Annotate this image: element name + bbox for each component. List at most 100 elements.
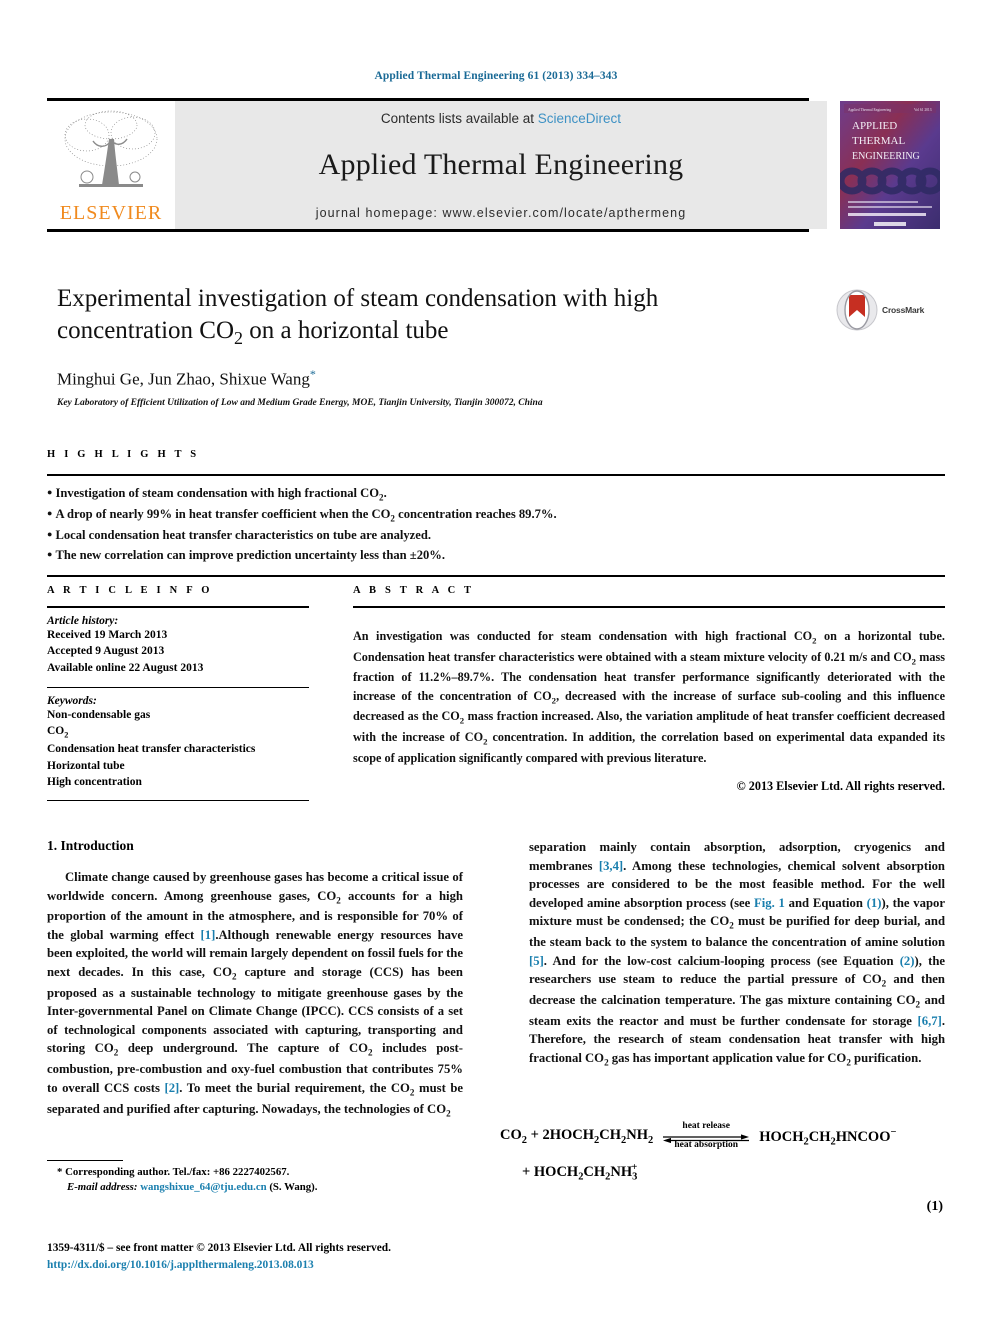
abstract-rule	[353, 606, 945, 608]
abstract-copyright: © 2013 Elsevier Ltd. All rights reserved…	[736, 779, 945, 794]
article-info-separator	[47, 686, 309, 688]
bullet-icon: ●	[47, 528, 53, 539]
elsevier-tree-icon	[64, 110, 158, 187]
masthead-bottom-rule	[47, 229, 809, 232]
doi-link[interactable]: http://dx.doi.org/10.1016/j.applthermale…	[47, 1257, 547, 1274]
highlight-text: Investigation of steam condensation with…	[55, 486, 387, 503]
arrow-bars	[663, 1131, 750, 1144]
citation-link-3-4[interactable]: [3,4]	[599, 859, 623, 873]
article-info-column: Article history: Received 19 March 2013 …	[47, 615, 309, 802]
journal-homepage-link[interactable]: journal homepage: www.elsevier.com/locat…	[316, 206, 687, 220]
equation-number: (1)	[926, 1198, 943, 1214]
email-note: E-mail address: wangshixue_64@tju.edu.cn…	[47, 1180, 463, 1195]
crossmark-badge[interactable]: CrossMark	[836, 288, 936, 332]
article-info-bottom-rule	[47, 800, 309, 802]
intro-paragraph-right: separation mainly contain absorption, ad…	[529, 840, 946, 1068]
svg-text:Vol 61 2013: Vol 61 2013	[914, 108, 932, 112]
article-title: Experimental investigation of steam cond…	[57, 283, 817, 350]
footer-block: 1359-4311/$ – see front matter © 2013 El…	[47, 1240, 547, 1273]
equation-line-2: + HOCH2CH2NH3+	[522, 1161, 638, 1183]
list-item: ● Local condensation heat transfer charac…	[47, 526, 945, 546]
crossmark-icon	[836, 289, 878, 331]
highlights-heading: H I G H L I G H T S	[47, 449, 200, 460]
article-history-item: Available online 22 August 2013	[47, 661, 204, 674]
equation-link-1[interactable]: (1)	[867, 896, 882, 910]
keyword-item: Condensation heat transfer characteristi…	[47, 743, 256, 756]
double-arrow-icon	[663, 1134, 750, 1144]
highlight-text: The new correlation can improve predicti…	[55, 547, 446, 562]
issn-copyright-line: 1359-4311/$ – see front matter © 2013 El…	[47, 1242, 391, 1254]
intro-paragraph-left: Climate change caused by greenhouse gase…	[47, 870, 464, 1119]
highlight-text: Local condensation heat transfer charact…	[55, 527, 431, 542]
highlights-list: ● Investigation of steam condensation wit…	[47, 476, 945, 575]
svg-text:ENGINEERING: ENGINEERING	[852, 151, 920, 162]
abstract-text: An investigation was conducted for steam…	[353, 629, 945, 765]
equilibrium-arrow-icon: heat release heat absorption	[663, 1121, 750, 1151]
svg-text:THERMAL: THERMAL	[852, 135, 905, 147]
body-column-right: separation mainly contain absorption, ad…	[529, 838, 945, 1121]
keyword-item: Non-condensable gas	[47, 708, 151, 721]
list-item: ● Investigation of steam condensation wit…	[47, 484, 945, 505]
contents-prefix: Contents lists available at	[380, 111, 535, 126]
article-title-line2-b: on a horizontal tube	[243, 317, 449, 344]
article-history-item: Received 19 March 2013	[47, 629, 168, 641]
equation-link-2[interactable]: (2)	[900, 954, 915, 968]
author-list: Minghui Ge, Jun Zhao, Shixue Wang*	[57, 367, 817, 390]
citation-link-6-7[interactable]: [6,7]	[918, 1014, 942, 1028]
corresponding-author-note: * Corresponding author. Tel./fax: +86 22…	[47, 1165, 463, 1180]
corresponding-author-marker[interactable]: *	[310, 367, 316, 381]
paper-page: Applied Thermal Engineering 61 (2013) 33…	[0, 0, 992, 1323]
author-names: Minghui Ge, Jun Zhao, Shixue Wang	[57, 369, 310, 389]
footnote-marker: *	[57, 1166, 63, 1178]
email-label: E-mail address:	[67, 1181, 138, 1194]
crossmark-label: CrossMark	[882, 305, 925, 315]
affiliation: Key Laboratory of Efficient Utilization …	[57, 397, 543, 408]
svg-text:Applied Thermal Engineering: Applied Thermal Engineering	[848, 108, 891, 112]
equation-line-1: CO2 + 2HOCH2CH2NH2 heat release heat abs…	[500, 1121, 945, 1152]
article-history-item: Accepted 9 August 2013	[47, 645, 165, 658]
highlight-text: A drop of nearly 99% in heat transfer co…	[55, 506, 557, 524]
elsevier-wordmark: ELSEVIER	[59, 202, 163, 224]
citation-link-5[interactable]: [5]	[529, 954, 544, 968]
corresponding-author-text: Corresponding author. Tel./fax: +86 2227…	[65, 1166, 290, 1178]
citation-link-2[interactable]: [2]	[164, 1081, 179, 1095]
figure-link-1[interactable]: Fig. 1	[754, 896, 785, 910]
list-item: ● A drop of nearly 99% in heat transfer c…	[47, 505, 945, 526]
bullet-icon: ●	[47, 487, 53, 497]
keyword-item: Horizontal tube	[47, 759, 125, 772]
abstract-column: An investigation was conducted for steam…	[353, 615, 945, 801]
keyword-item: High concentration	[47, 776, 142, 789]
elsevier-logo: ELSEVIER	[47, 101, 175, 229]
chemical-equation-1: CO2 + 2HOCH2CH2NH2 heat release heat abs…	[500, 1121, 945, 1215]
highlights-bottom-rule	[47, 575, 945, 578]
bullet-icon: ●	[47, 548, 53, 559]
journal-title: Applied Thermal Engineering	[318, 148, 684, 181]
footnote-block: * Corresponding author. Tel./fax: +86 22…	[47, 1160, 463, 1196]
email-link[interactable]: wangshixue_64@tju.edu.cn	[140, 1181, 266, 1193]
running-head: Applied Thermal Engineering 61 (2013) 33…	[374, 70, 618, 82]
citation-link-1[interactable]: [1]	[201, 928, 216, 942]
bullet-icon: ●	[47, 507, 53, 518]
body-columns: 1. Introduction Climate change caused by…	[47, 838, 945, 1121]
list-item: ● The new correlation can improve predict…	[47, 546, 945, 566]
keyword-item: CO2	[47, 725, 69, 740]
arrow-top-label: heat release	[682, 1121, 730, 1131]
svg-text:APPLIED: APPLIED	[852, 120, 897, 132]
journal-cover-thumbnail: Applied Thermal Engineering Vol 61 2013 …	[835, 101, 945, 229]
article-title-co2-subscript: 2	[234, 328, 244, 348]
section-title-introduction: 1. Introduction	[47, 838, 134, 853]
masthead-center: Contents lists available at ScienceDirec…	[175, 101, 827, 229]
email-suffix: (S. Wang).	[269, 1181, 318, 1194]
abstract-heading: A B S T R A C T	[353, 585, 475, 596]
equation-reactants: CO2 + 2HOCH2CH2NH2	[500, 1127, 654, 1147]
article-title-line2-a: concentration CO	[57, 317, 235, 344]
sciencedirect-link[interactable]: ScienceDirect	[538, 111, 621, 126]
title-block: Experimental investigation of steam cond…	[57, 283, 817, 408]
article-title-line1: Experimental investigation of steam cond…	[57, 285, 659, 312]
contents-available-line: Contents lists available at ScienceDirec…	[381, 111, 621, 126]
body-column-left: 1. Introduction Climate change caused by…	[47, 838, 463, 1121]
journal-masthead: ELSEVIER Contents lists available at Sci…	[47, 98, 945, 232]
info-abstract-section: A R T I C L E I N F O A B S T R A C T Ar…	[47, 585, 945, 802]
keywords-label: Keywords:	[47, 694, 97, 707]
highlights-section: H I G H L I G H T S ● Investigation of st…	[47, 449, 945, 578]
